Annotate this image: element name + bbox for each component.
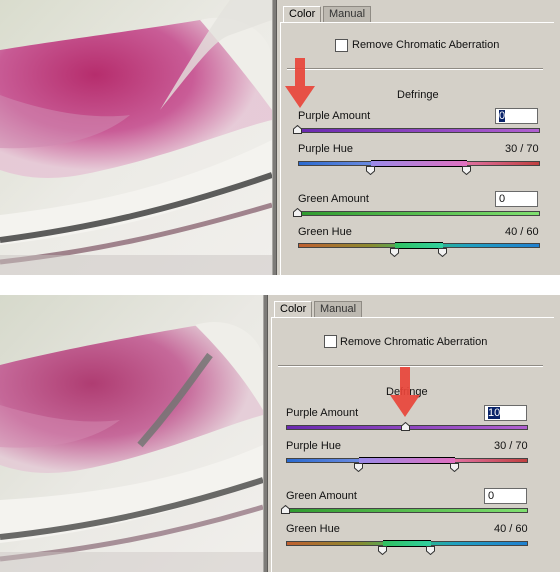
green-amount-thumb[interactable] xyxy=(281,505,290,514)
purple-amount-thumb[interactable] xyxy=(293,125,302,134)
purple-amount-thumb[interactable] xyxy=(401,422,410,431)
purple-hue-low-thumb[interactable] xyxy=(366,166,375,175)
defringe-title: Defringe xyxy=(397,89,439,101)
green-amount-field[interactable]: 0 xyxy=(484,488,527,504)
remove-ca-label: Remove Chromatic Aberration xyxy=(352,39,500,51)
remove-ca-checkbox[interactable] xyxy=(324,335,337,348)
purple-hue-label: Purple Hue xyxy=(298,143,354,155)
purple-amount-label: Purple Amount xyxy=(286,407,359,419)
purple-hue-high-thumb[interactable] xyxy=(462,166,471,175)
purple-hue-value: 30 / 70 xyxy=(494,440,528,452)
green-hue-range xyxy=(383,540,431,547)
tab-manual[interactable]: Manual xyxy=(323,6,372,22)
tab-color[interactable]: Color xyxy=(274,301,313,318)
purple-hue-track[interactable] xyxy=(298,160,540,167)
section-separator xyxy=(287,68,543,70)
green-hue-value: 40 / 60 xyxy=(505,226,539,238)
purple-hue-high-thumb[interactable] xyxy=(450,463,459,472)
tab-manual[interactable]: Manual xyxy=(314,301,363,317)
green-hue-range xyxy=(395,242,443,249)
lens-corrections-panel: Color Manual Remove Chromatic Aberration… xyxy=(277,0,560,275)
green-hue-high-thumb[interactable] xyxy=(438,248,447,257)
tab-color[interactable]: Color xyxy=(283,6,322,23)
green-hue-low-thumb[interactable] xyxy=(378,546,387,555)
purple-amount-track[interactable] xyxy=(298,128,540,133)
green-hue-track[interactable] xyxy=(298,242,540,249)
purple-hue-value: 30 / 70 xyxy=(505,143,539,155)
purple-hue-label: Purple Hue xyxy=(286,440,342,452)
purple-hue-range xyxy=(359,457,455,464)
screenshot-before: Color Manual Remove Chromatic Aberration… xyxy=(0,0,560,275)
green-amount-label: Green Amount xyxy=(298,193,369,205)
purple-hue-track[interactable] xyxy=(286,457,528,464)
green-amount-thumb[interactable] xyxy=(293,208,302,217)
green-amount-track[interactable] xyxy=(286,508,528,513)
red-arrow-icon xyxy=(390,367,420,422)
lens-corrections-panel: Color Manual Remove Chromatic Aberration… xyxy=(268,295,560,572)
screenshot-after: Color Manual Remove Chromatic Aberration… xyxy=(0,295,560,572)
purple-hue-low-thumb[interactable] xyxy=(354,463,363,472)
green-hue-value: 40 / 60 xyxy=(494,523,528,535)
green-hue-high-thumb[interactable] xyxy=(426,546,435,555)
green-amount-label: Green Amount xyxy=(286,490,357,502)
red-arrow-icon xyxy=(285,58,315,113)
purple-amount-field[interactable]: 10 xyxy=(484,405,527,421)
green-amount-field[interactable]: 0 xyxy=(495,191,538,207)
remove-ca-checkbox[interactable] xyxy=(335,39,348,52)
remove-ca-label: Remove Chromatic Aberration xyxy=(340,336,488,348)
green-hue-label: Green Hue xyxy=(298,226,352,238)
green-hue-label: Green Hue xyxy=(286,523,340,535)
preview-image xyxy=(0,0,272,275)
green-amount-track[interactable] xyxy=(298,211,540,216)
purple-amount-field[interactable]: 0 xyxy=(495,108,538,124)
preview-image xyxy=(0,295,263,572)
purple-hue-range xyxy=(371,160,467,167)
green-hue-track[interactable] xyxy=(286,540,528,547)
green-hue-low-thumb[interactable] xyxy=(390,248,399,257)
